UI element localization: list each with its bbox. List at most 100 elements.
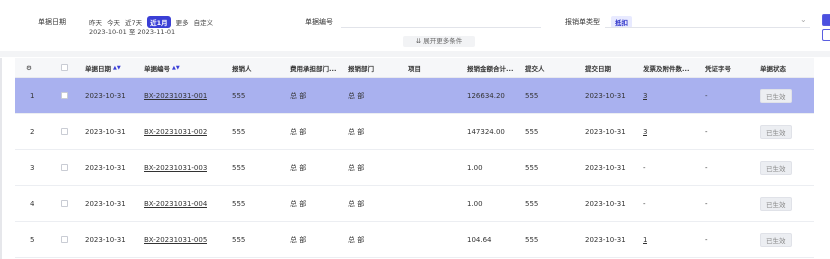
cell-invoices[interactable]: 3	[643, 114, 647, 149]
row-checkbox[interactable]	[61, 150, 68, 185]
cell-status: 已生效	[760, 78, 792, 113]
cell-submit-date: 2023-10-31	[585, 235, 626, 244]
table-row[interactable]: 2 2023-10-31 BX-20231031-002 555 总 部 总 部 14732…	[15, 114, 814, 150]
filter-bar: 单据日期 昨天 今天 近7天 近1月 更多 自定义 2023-10-01 至 2…	[0, 0, 830, 47]
col-cost-dept[interactable]: 费用承担部门...	[290, 58, 336, 77]
cell-doc-no[interactable]: BX-20231031-003	[144, 150, 207, 185]
status-badge: 已生效	[760, 124, 792, 139]
cell-cost-dept: 总 部	[290, 235, 307, 244]
left-edge	[0, 58, 2, 259]
invoice-count-link[interactable]: 3	[643, 128, 647, 136]
type-select[interactable]	[605, 14, 810, 28]
search-button[interactable]	[822, 14, 830, 26]
table-row[interactable]: 5 2023-10-31 BX-20231031-005 555 总 部 总 部 104.6…	[15, 222, 814, 258]
invoice-count-link[interactable]: 1	[643, 236, 647, 244]
cell-amount: 147324.00	[467, 127, 505, 136]
status-badge: 已生效	[760, 160, 792, 175]
col-amount[interactable]: 报销金额合计...	[467, 58, 513, 77]
cell-doc-no[interactable]: BX-20231031-004	[144, 186, 207, 221]
cell-submit-date: 2023-10-31	[585, 127, 626, 136]
cell-submitter: 555	[525, 199, 539, 208]
cell-dept: 总 部	[348, 199, 365, 208]
expand-more-conditions[interactable]: ⇊ 展开更多条件	[403, 36, 475, 47]
cell-dept: 总 部	[348, 163, 365, 172]
cell-amount: 126634.20	[467, 91, 505, 100]
date-range-text[interactable]: 2023-10-01 至 2023-11-01	[89, 26, 175, 36]
col-date[interactable]: 单据日期 ▲▼	[85, 58, 121, 77]
cell-submit-date: 2023-10-31	[585, 199, 626, 208]
chip-more[interactable]: 更多	[176, 17, 189, 27]
table-row[interactable]: 4 2023-10-31 BX-20231031-004 555 总 部 总 部 1.00 5…	[15, 186, 814, 222]
divider	[0, 51, 830, 57]
type-label: 报销单类型	[565, 18, 600, 26]
cell-cost-dept: 总 部	[290, 199, 307, 208]
sort-icon[interactable]: ▲▼	[113, 65, 121, 71]
col-status[interactable]: 单据状态	[760, 58, 786, 77]
cell-person: 555	[232, 127, 246, 136]
row-checkbox[interactable]	[61, 78, 68, 113]
cell-amount: 1.00	[467, 163, 483, 172]
doc-no-input[interactable]	[341, 14, 541, 28]
col-voucher[interactable]: 凭证字号	[705, 58, 731, 77]
row-number: 4	[30, 199, 35, 208]
cell-dept: 总 部	[348, 235, 365, 244]
cell-status: 已生效	[760, 222, 792, 257]
status-badge: 已生效	[760, 88, 792, 103]
cell-dept: 总 部	[348, 127, 365, 136]
cell-person: 555	[232, 235, 246, 244]
data-table: ⚙ 单据日期 ▲▼ 单据编号 ▲▼ 报销人 费用承担部门... 报销部门 项目 报销…	[15, 58, 814, 258]
col-person[interactable]: 报销人	[232, 58, 252, 77]
chevron-down-icon[interactable]: ⌄	[800, 15, 807, 24]
table-header: ⚙ 单据日期 ▲▼ 单据编号 ▲▼ 报销人 费用承担部门... 报销部门 项目 报销…	[15, 58, 814, 78]
sort-icon[interactable]: ▲▼	[172, 65, 180, 71]
cell-date: 2023-10-31	[85, 199, 126, 208]
cell-amount: 1.00	[467, 199, 483, 208]
cell-dept: 总 部	[348, 91, 365, 100]
col-invoices[interactable]: 发票及附件数...	[643, 58, 689, 77]
chip-custom[interactable]: 自定义	[194, 17, 214, 27]
row-checkbox[interactable]	[61, 222, 68, 257]
cell-invoices[interactable]: 3	[643, 78, 647, 113]
cell-submitter: 555	[525, 163, 539, 172]
gear-icon[interactable]: ⚙	[26, 58, 32, 77]
cell-date: 2023-10-31	[85, 127, 126, 136]
cell-doc-no[interactable]: BX-20231031-005	[144, 222, 207, 257]
table-row[interactable]: 3 2023-10-31 BX-20231031-003 555 总 部 总 部 1.00 5…	[15, 150, 814, 186]
cell-status: 已生效	[760, 114, 792, 149]
col-submit-date[interactable]: 提交日期	[585, 58, 611, 77]
cell-person: 555	[232, 163, 246, 172]
col-submitter[interactable]: 提交人	[525, 58, 545, 77]
date-filter-label: 单据日期	[38, 18, 66, 26]
reset-button[interactable]	[822, 29, 830, 41]
doc-no-link[interactable]: BX-20231031-001	[144, 92, 207, 100]
cell-submitter: 555	[525, 235, 539, 244]
doc-no-link[interactable]: BX-20231031-002	[144, 128, 207, 136]
cell-voucher: -	[705, 163, 708, 172]
cell-submit-date: 2023-10-31	[585, 163, 626, 172]
cell-voucher: -	[705, 235, 708, 244]
select-all-checkbox[interactable]	[61, 58, 68, 77]
cell-person: 555	[232, 91, 246, 100]
row-number: 1	[30, 91, 35, 100]
cell-cost-dept: 总 部	[290, 91, 307, 100]
cell-cost-dept: 总 部	[290, 163, 307, 172]
table-row[interactable]: 1 2023-10-31 BX-20231031-001 555 总 部 总 部 12663…	[15, 78, 814, 114]
row-checkbox[interactable]	[61, 114, 68, 149]
cell-amount: 104.64	[467, 235, 492, 244]
doc-no-link[interactable]: BX-20231031-005	[144, 236, 207, 244]
cell-voucher: -	[705, 199, 708, 208]
cell-invoices: -	[643, 163, 646, 172]
cell-person: 555	[232, 199, 246, 208]
invoice-count-link[interactable]: 3	[643, 92, 647, 100]
cell-invoices[interactable]: 1	[643, 222, 647, 257]
status-badge: 已生效	[760, 232, 792, 247]
doc-no-link[interactable]: BX-20231031-003	[144, 164, 207, 172]
col-dept[interactable]: 报销部门	[348, 58, 374, 77]
cell-voucher: -	[705, 91, 708, 100]
cell-doc-no[interactable]: BX-20231031-002	[144, 114, 207, 149]
doc-no-link[interactable]: BX-20231031-004	[144, 200, 207, 208]
row-checkbox[interactable]	[61, 186, 68, 221]
col-doc-no[interactable]: 单据编号 ▲▼	[144, 58, 180, 77]
col-project[interactable]: 项目	[408, 58, 421, 77]
cell-doc-no[interactable]: BX-20231031-001	[144, 78, 207, 113]
